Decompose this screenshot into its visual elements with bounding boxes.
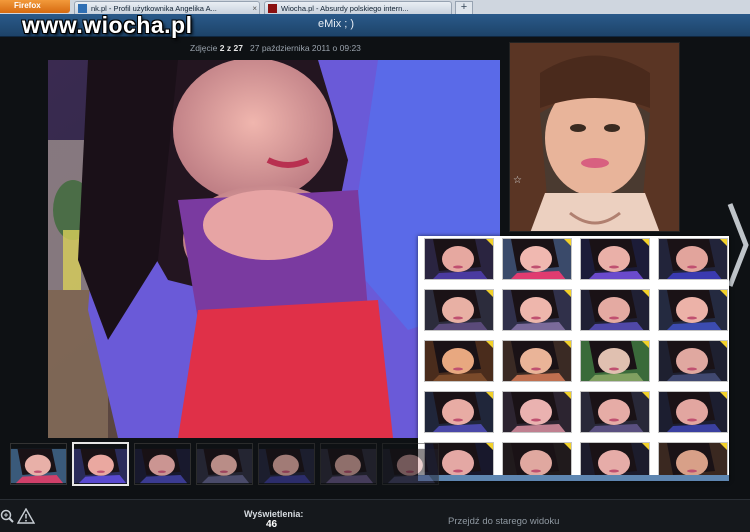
- grid-thumbnail[interactable]: [502, 238, 572, 280]
- grid-thumbnail[interactable]: [424, 289, 494, 331]
- thumbnail-active[interactable]: [72, 442, 129, 486]
- badge-corner-icon: [486, 239, 493, 246]
- grid-thumbnail[interactable]: [580, 391, 650, 433]
- grid-thumbnail[interactable]: [658, 289, 728, 331]
- tab-label: Wiocha.pl - Absurdy polskiego intern...: [281, 4, 409, 13]
- browser-tab-wiocha[interactable]: Wiocha.pl - Absurdy polskiego intern...: [264, 1, 452, 14]
- photo-info: Zdjęcie 2 z 27 27 października 2011 o 09…: [190, 43, 361, 53]
- footer-bar: [0, 499, 750, 532]
- close-icon[interactable]: ×: [252, 4, 257, 13]
- badge-corner-icon: [486, 290, 493, 297]
- album-title: eMix ; ): [318, 18, 355, 30]
- badge-corner-icon: [720, 290, 727, 297]
- grid-thumbnail[interactable]: [424, 238, 494, 280]
- zoom-icon[interactable]: [0, 509, 14, 523]
- photo-grid: [422, 238, 728, 481]
- badge-corner-icon: [720, 239, 727, 246]
- badge-corner-icon: [642, 341, 649, 348]
- photo-index: 2 z 27: [219, 43, 243, 53]
- views-label: Wyświetlenia:: [244, 509, 304, 519]
- grid-thumbnail[interactable]: [424, 391, 494, 433]
- badge-corner-icon: [642, 290, 649, 297]
- photo-date: 27 października 2011 o 09:23: [250, 43, 361, 53]
- wiocha-favicon-icon: [268, 4, 277, 13]
- badge-corner-icon: [720, 392, 727, 399]
- badge-corner-icon: [642, 239, 649, 246]
- thumbnail[interactable]: [196, 443, 253, 485]
- badge-corner-icon: [720, 443, 727, 450]
- badge-corner-icon: [642, 443, 649, 450]
- grid-thumbnail[interactable]: [502, 289, 572, 331]
- grid-thumbnail[interactable]: [502, 340, 572, 382]
- badge-corner-icon: [564, 341, 571, 348]
- badge-corner-icon: [564, 392, 571, 399]
- grid-thumbnail[interactable]: [658, 238, 728, 280]
- grid-thumbnail[interactable]: [424, 340, 494, 382]
- grid-thumbnail[interactable]: [502, 391, 572, 433]
- badge-corner-icon: [564, 443, 571, 450]
- grid-thumbnail[interactable]: [580, 340, 650, 382]
- grid-thumbnail[interactable]: [658, 340, 728, 382]
- thumbnail[interactable]: [320, 443, 377, 485]
- photo-viewer: Firefox nk.pl - Profil użytkownika Angel…: [0, 0, 750, 532]
- thumbnail[interactable]: [258, 443, 315, 485]
- old-view-link[interactable]: Przejdź do starego widoku: [448, 516, 559, 527]
- badge-corner-icon: [486, 392, 493, 399]
- thumbnail-strip: [0, 440, 439, 488]
- new-tab-button[interactable]: +: [455, 1, 473, 14]
- star-icon[interactable]: ☆: [513, 175, 522, 186]
- warning-icon[interactable]: [17, 508, 35, 524]
- badge-corner-icon: [720, 341, 727, 348]
- badge-corner-icon: [564, 239, 571, 246]
- side-photo[interactable]: [509, 42, 680, 232]
- badge-corner-icon: [564, 290, 571, 297]
- photo-index-prefix: Zdjęcie: [190, 43, 220, 53]
- grid-thumbnail[interactable]: [658, 391, 728, 433]
- badge-corner-icon: [642, 392, 649, 399]
- badge-corner-icon: [486, 341, 493, 348]
- grid-panel-border: [418, 475, 729, 481]
- watermark: www.wiocha.pl: [22, 12, 193, 38]
- photo-grid-overlay: [418, 236, 729, 481]
- thumbnail[interactable]: [382, 443, 439, 485]
- badge-corner-icon: [486, 443, 493, 450]
- views-count: 46: [266, 519, 278, 530]
- thumbnail[interactable]: [134, 443, 191, 485]
- grid-thumbnail[interactable]: [580, 289, 650, 331]
- thumbnail[interactable]: [10, 443, 67, 485]
- grid-thumbnail[interactable]: [580, 238, 650, 280]
